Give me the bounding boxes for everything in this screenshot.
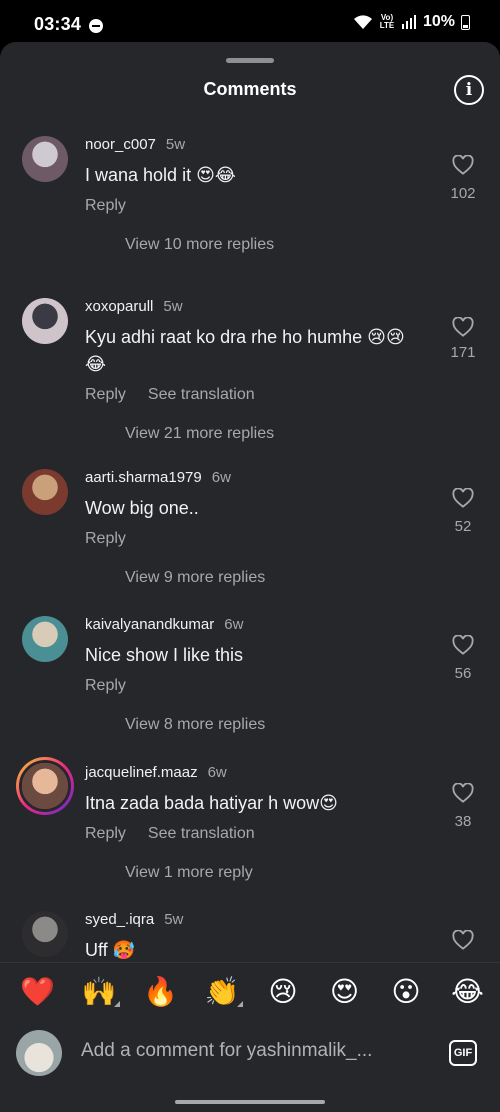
like-count: 38: [454, 813, 472, 830]
crying-face-emoji-button[interactable]: 😢: [266, 975, 300, 1009]
network-type-label: Vo) LTE: [379, 13, 395, 30]
home-indicator[interactable]: [175, 1100, 325, 1104]
comment-input[interactable]: Add a comment for yashinmalik_...: [81, 1040, 411, 1062]
skin-tone-indicator-icon: [236, 1001, 243, 1007]
like-heart-icon[interactable]: [452, 634, 474, 655]
comments-list[interactable]: noor_c007 5w I wana hold it 😍😂 Reply View 10…: [0, 122, 500, 962]
comment-username[interactable]: jacquelinef.maaz: [85, 764, 198, 781]
info-icon[interactable]: i: [454, 75, 484, 105]
signal-icon: [401, 15, 416, 29]
heart-eyes-emoji-button[interactable]: 😍: [328, 975, 362, 1009]
comment-text: I wana hold it 😍😂: [85, 165, 236, 185]
comment-age: 5w: [163, 298, 183, 315]
reply-button[interactable]: Reply: [85, 677, 126, 695]
gif-button[interactable]: GIF: [449, 1040, 477, 1066]
see-translation-button[interactable]: See translation: [148, 386, 255, 404]
commenter-avatar[interactable]: [22, 298, 68, 344]
see-translation-button[interactable]: See translation: [148, 825, 255, 843]
comment-meta: kaivalyanandkumar 6w: [85, 616, 243, 633]
comment-actions: Reply See translation: [85, 825, 255, 843]
comment-age: 5w: [165, 136, 186, 153]
comment-meta: xoxoparull 5w: [85, 298, 183, 315]
wifi-icon: [353, 14, 373, 30]
comment-age: 6w: [207, 764, 227, 781]
comment-username[interactable]: kaivalyanandkumar: [85, 616, 214, 633]
current-user-avatar: [16, 1030, 62, 1076]
like-heart-icon[interactable]: [452, 316, 474, 337]
battery-percent: 10%: [422, 13, 455, 30]
commenter-avatar[interactable]: [22, 136, 68, 182]
comment-text: Uff 🥵: [85, 940, 136, 960]
like-heart-icon[interactable]: [452, 154, 474, 175]
like-heart-icon[interactable]: [452, 487, 474, 508]
commenter-avatar[interactable]: [16, 757, 74, 815]
fire-emoji-button[interactable]: 🔥: [143, 975, 178, 1009]
comment-text: Itna zada bada hatiyar h wow😍: [85, 793, 338, 813]
comment-meta: syed_.iqra 5w: [85, 911, 183, 928]
comment-text: Nice show I like this: [85, 645, 244, 665]
battery-icon: [461, 14, 470, 30]
status-indicators: Vo) LTE 10%: [353, 13, 470, 31]
red-heart-emoji-button[interactable]: ❤️: [20, 975, 55, 1009]
reply-button[interactable]: Reply: [85, 530, 126, 548]
comment-actions: Reply: [85, 677, 126, 695]
comment-username[interactable]: syed_.iqra: [85, 911, 154, 928]
view-more-replies-button[interactable]: View 8 more replies: [125, 716, 265, 734]
emoji-reaction-bar: ❤️ 🙌 🔥 👏 😢 😍 😮 😂: [0, 962, 500, 1018]
comment-username[interactable]: aarti.sharma1979: [85, 469, 202, 486]
view-more-replies-button[interactable]: View 1 more reply: [125, 864, 253, 882]
like-count: 56: [454, 665, 472, 682]
comments-sheet: Comments i noor_c007 5w I wana hold it 😍😂 R…: [0, 42, 500, 1112]
comment-actions: Reply: [85, 197, 126, 215]
clapping-hands-emoji-button[interactable]: 👏: [205, 975, 240, 1009]
reply-button[interactable]: Reply: [85, 825, 126, 843]
view-more-replies-button[interactable]: View 21 more replies: [125, 425, 274, 443]
comment-actions: Reply: [85, 530, 126, 548]
status-bar: 03:34 Vo) LTE 10%: [0, 0, 500, 44]
comment-username[interactable]: xoxoparull: [85, 298, 153, 315]
comment-meta: jacquelinef.maaz 6w: [85, 764, 227, 781]
comment-composer: Add a comment for yashinmalik_... GIF: [0, 1018, 500, 1112]
status-time: 03:34: [34, 14, 82, 34]
comment-username[interactable]: noor_c007: [85, 136, 156, 153]
like-heart-icon[interactable]: [452, 782, 474, 803]
comment-text: Kyu adhi raat ko dra rhe ho humhe 😢😢😂: [85, 327, 405, 374]
like-count: 171: [450, 344, 476, 361]
comment-actions: Reply See translation: [85, 386, 255, 404]
raising-hands-emoji-button[interactable]: 🙌: [82, 975, 117, 1009]
comment-age: 6w: [224, 616, 244, 633]
reply-button[interactable]: Reply: [85, 386, 126, 404]
like-heart-icon[interactable]: [452, 929, 474, 950]
do-not-disturb-icon: [89, 19, 103, 33]
commenter-avatar[interactable]: [22, 469, 68, 515]
like-count: 52: [454, 518, 472, 535]
laughing-face-emoji-button[interactable]: 😂: [451, 975, 485, 1009]
reply-button[interactable]: Reply: [85, 197, 126, 215]
comment-text: Wow big one..: [85, 498, 199, 518]
comment-age: 6w: [211, 469, 231, 486]
sheet-drag-handle[interactable]: [226, 58, 274, 63]
view-more-replies-button[interactable]: View 9 more replies: [125, 569, 265, 587]
commenter-avatar[interactable]: [22, 911, 68, 957]
commenter-avatar[interactable]: [22, 616, 68, 662]
like-count: 102: [450, 185, 476, 202]
view-more-replies-button[interactable]: View 10 more replies: [125, 236, 274, 254]
skin-tone-indicator-icon: [113, 1001, 120, 1007]
sheet-title: Comments: [203, 79, 297, 99]
comment-meta: aarti.sharma1979 6w: [85, 469, 231, 486]
comment-meta: noor_c007 5w: [85, 136, 185, 153]
surprised-face-emoji-button[interactable]: 😮: [389, 975, 423, 1009]
comment-age: 5w: [164, 911, 184, 928]
